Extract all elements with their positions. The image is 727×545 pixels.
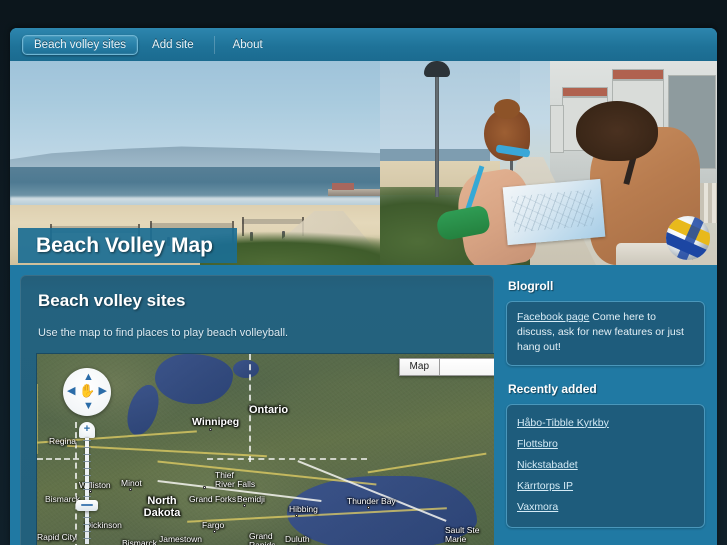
map-lake-winnipeg bbox=[155, 354, 233, 404]
map-city-dot bbox=[213, 530, 216, 533]
recently-added-list: Håbo-Tibble Kyrkby Flottsbro Nickstabade… bbox=[517, 413, 694, 515]
list-item: Vaxmora bbox=[517, 497, 694, 515]
map-city-dot bbox=[203, 486, 206, 489]
recent-site-link[interactable]: Håbo-Tibble Kyrkby bbox=[517, 417, 609, 429]
map-city-dot bbox=[209, 428, 212, 431]
map-zoom-control[interactable]: + bbox=[76, 422, 98, 545]
map-city-label: Minot bbox=[121, 478, 142, 488]
map-city-dot bbox=[367, 506, 370, 509]
site-title-plate: Beach Volley Map bbox=[18, 227, 238, 263]
list-item: Kärrtorps IP bbox=[517, 476, 694, 494]
list-item: Håbo-Tibble Kyrkby bbox=[517, 413, 694, 431]
recent-site-link[interactable]: Nickstabadet bbox=[517, 459, 578, 471]
street-lamp-post bbox=[435, 67, 439, 197]
map-city-label: Grand Rapids bbox=[249, 531, 276, 545]
map-city-label: Winnipeg bbox=[192, 416, 240, 428]
building bbox=[550, 105, 564, 153]
page-root: Beach volley sites Add site About Beach … bbox=[0, 0, 727, 545]
map-city-label: Bismarck bbox=[122, 538, 157, 545]
page-title: Beach volley sites bbox=[38, 291, 186, 310]
sidebar: Blogroll Facebook page Come here to disc… bbox=[494, 265, 717, 545]
map-city-label: Sault Ste Marie bbox=[445, 525, 480, 544]
nav-tab-beach-volley-sites[interactable]: Beach volley sites bbox=[22, 34, 139, 55]
nav-tab-label: Beach volley sites bbox=[34, 38, 127, 51]
map-national-border bbox=[37, 458, 79, 460]
list-item: Nickstabadet bbox=[517, 455, 694, 473]
map-lake bbox=[233, 360, 259, 378]
photo-pier-building bbox=[332, 183, 354, 190]
pan-hand-icon[interactable]: ✋ bbox=[79, 383, 95, 399]
map-city-label: Grand Forks bbox=[189, 494, 237, 504]
body-wrapper: Beach volley sites Use the map to find p… bbox=[10, 265, 717, 545]
paper-map bbox=[502, 178, 606, 246]
map-city-label: Regina bbox=[49, 436, 76, 446]
zoom-slider-handle[interactable] bbox=[76, 500, 98, 511]
recent-site-link[interactable]: Kärrtorps IP bbox=[517, 480, 573, 492]
map-region-label: Ontario bbox=[249, 404, 289, 416]
blogroll-text: Facebook page Come here to discuss, ask … bbox=[517, 310, 694, 356]
map-city-label: Thief River Falls bbox=[215, 470, 256, 489]
map-city-label: Jamestown bbox=[159, 534, 202, 544]
main-content: Beach volley sites Use the map to find p… bbox=[20, 275, 494, 545]
map-city-label: Thunder Bay bbox=[347, 496, 396, 506]
widget-title-blogroll: Blogroll bbox=[508, 279, 554, 293]
map-city-label: Fargo bbox=[202, 520, 225, 530]
site-frame: Beach volley sites Add site About Beach … bbox=[10, 28, 717, 545]
page-intro-text: Use the map to find places to play beach… bbox=[38, 327, 289, 339]
zoom-ticks bbox=[83, 440, 91, 542]
photo-promenade bbox=[380, 61, 717, 265]
widget-blogroll: Facebook page Come here to discuss, ask … bbox=[506, 301, 705, 366]
map-city-label: Duluth bbox=[285, 534, 310, 544]
list-item: Flottsbro bbox=[517, 434, 694, 452]
recent-site-link[interactable]: Flottsbro bbox=[517, 438, 558, 450]
map-type-control[interactable]: Map bbox=[398, 358, 494, 376]
facebook-page-link[interactable]: Facebook page bbox=[517, 311, 589, 323]
map-city-label: Bemidji bbox=[237, 494, 265, 504]
street-lamp-head bbox=[424, 61, 450, 77]
nav-tab-label: Add site bbox=[152, 38, 194, 51]
site-title: Beach Volley Map bbox=[36, 233, 214, 257]
map-city-label: Rapid City bbox=[37, 532, 77, 542]
woman-hair-bun bbox=[494, 99, 520, 119]
pan-up-icon[interactable]: ▲ bbox=[83, 372, 94, 383]
map-widget[interactable]: Ontario North Dakota Winnipeg Regina Will… bbox=[36, 353, 494, 545]
pan-down-icon[interactable]: ▼ bbox=[83, 401, 94, 412]
map-type-satellite-button[interactable] bbox=[440, 358, 494, 376]
nav-tab-add-site[interactable]: Add site bbox=[140, 35, 206, 55]
volleyball-net bbox=[242, 219, 302, 224]
header-photo: Beach Volley Map World Wide Beach Volley… bbox=[10, 61, 717, 265]
map-region-label: North Dakota bbox=[143, 495, 181, 519]
zoom-in-button[interactable]: + bbox=[79, 422, 95, 438]
map-city-dot bbox=[129, 488, 132, 491]
map-city-label: Bismarck bbox=[45, 494, 80, 504]
nav-tab-about[interactable]: About bbox=[221, 35, 275, 55]
pan-right-icon[interactable]: ▶ bbox=[99, 386, 107, 397]
volleyball bbox=[666, 216, 710, 260]
building-roof bbox=[562, 87, 608, 97]
nav-separator bbox=[213, 35, 215, 54]
man-hair bbox=[576, 101, 658, 161]
building-roof bbox=[612, 69, 664, 80]
map-pan-control[interactable]: ▲ ▼ ◀ ▶ ✋ bbox=[63, 368, 111, 416]
map-city-dot bbox=[243, 504, 246, 507]
nav-tab-label: About bbox=[232, 38, 263, 51]
map-type-map-button[interactable]: Map bbox=[398, 358, 440, 376]
main-navigation: Beach volley sites Add site About bbox=[10, 28, 717, 61]
widget-title-recently-added: Recently added bbox=[508, 381, 597, 396]
map-national-border bbox=[207, 458, 367, 460]
map-city-label: Hibbing bbox=[289, 504, 318, 514]
map-city-dot bbox=[295, 514, 298, 517]
pan-left-icon[interactable]: ◀ bbox=[67, 386, 75, 397]
widget-recently-added: Håbo-Tibble Kyrkby Flottsbro Nickstabade… bbox=[506, 403, 705, 528]
map-road bbox=[37, 384, 38, 454]
recent-site-link[interactable]: Vaxmora bbox=[517, 501, 558, 513]
